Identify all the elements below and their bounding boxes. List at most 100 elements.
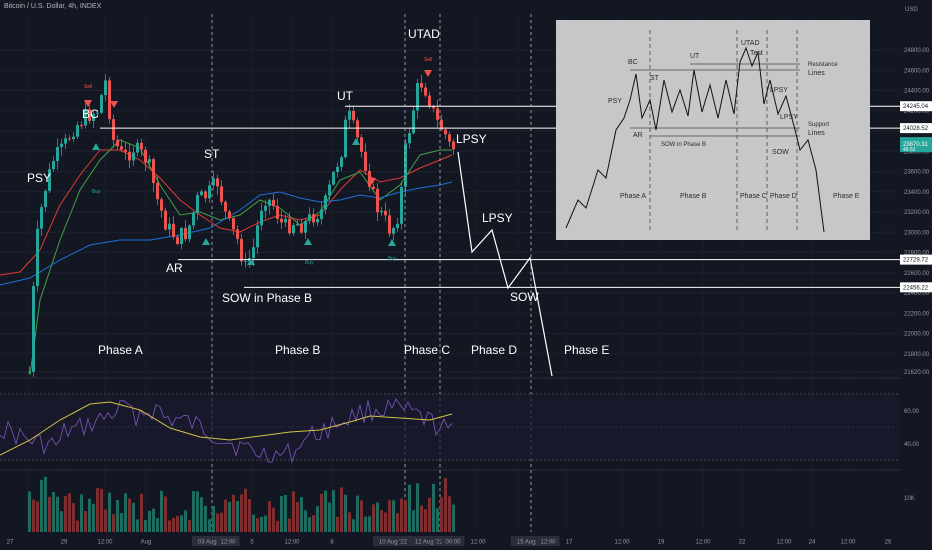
buy-arrow [388,239,396,246]
y-tick-label: 21620.00 [904,370,930,376]
volume-bar [316,506,319,532]
inset-label: SOW in Phase B [661,142,706,148]
inset-phase-label: Phase E [833,193,860,200]
candle-body [412,110,415,134]
candle-body [404,143,407,188]
phase-label: Phase A [98,343,143,357]
volume-bar [424,509,427,532]
candle-body [252,247,255,258]
x-tick-label: 10 Aug '22 [379,540,408,546]
wyckoff-label: AR [166,261,183,275]
candle-body [56,147,59,162]
x-tick-label: 19 [658,540,665,546]
candle-body [340,157,343,167]
volume-bar [220,512,223,532]
volume-bar [340,487,343,532]
inset-label: Resistance [808,62,838,68]
candle-body [388,215,391,234]
volume-bar [416,483,419,532]
candle-body [336,166,339,172]
candle-body [80,125,83,127]
candle-body [104,80,107,96]
candle-body [420,83,423,88]
volume-bar [368,516,371,532]
volume-bar [116,500,119,532]
candle-body [100,95,103,113]
volume-bar [420,505,423,532]
price-label: 24245.04 [903,104,929,110]
candle-body [36,228,39,287]
volume-bar [292,491,295,532]
volume-bar [304,510,307,532]
volume-bar [136,519,139,532]
wyckoff-label: SOW in Phase B [222,291,312,305]
volume-bar [112,514,115,532]
candle-body [452,141,455,150]
candle-body [264,205,267,211]
x-tick-label: 12:00 [540,540,556,546]
volume-bar [404,500,407,532]
wyckoff-label: LPSY [456,132,487,146]
volume-bar [44,476,47,532]
inset-label: AR [633,132,643,139]
volume-bar [296,502,299,532]
y-tick-label: 23600.00 [904,170,930,176]
y-tick-label: 22600.00 [904,271,930,277]
volume-bar [328,502,331,532]
candle-body [392,228,395,234]
buy-arrow [92,143,100,150]
y-tick-label: 23000.00 [904,230,930,236]
volume-bar [352,519,355,532]
candle-body [320,209,323,219]
volume-bar [272,507,275,532]
candle-body [120,146,123,150]
wyckoff-label: ST [204,147,220,161]
y-tick-label: 23200.00 [904,210,930,216]
volume-bar [412,510,415,532]
candle-body [208,185,211,199]
x-tick-label: 00:00 [445,540,461,546]
moving-averages [0,139,453,376]
volume-bar [436,508,439,532]
volume-bar [120,513,123,532]
sell-arrow [424,70,432,77]
candle-body [156,182,159,200]
y-tick-label: 21800.00 [904,352,930,358]
volume-bar [124,493,127,532]
volume-bar [276,520,279,532]
volume-bar [164,496,167,532]
volume-bar [348,512,351,532]
x-tick-label: 12:00 [614,540,630,546]
volume-bar [208,519,211,532]
candle-body [280,218,283,223]
price-chart[interactable]: PSY BC AR ST SOW in Phase B UT UTAD LPSY LPSY SOW… [0,0,932,550]
candle-body [184,228,187,240]
x-tick-label: 22 [739,540,746,546]
volume-bar [172,517,175,532]
inset-phase-label: Phase A [620,193,646,200]
y-tick-label: 24800.00 [904,48,930,54]
volume-bar [84,510,87,532]
candle-body [64,138,67,144]
volume-bar [52,491,55,532]
candle-body [132,152,135,161]
volume-bar [196,491,199,532]
x-tick-label: 12:00 [470,540,486,546]
volume-bar [140,493,143,532]
volume-bar [96,488,99,532]
candle-body [32,286,35,372]
wyckoff-label: BC [82,107,99,121]
candle-body [344,119,347,158]
candle-body [216,178,219,187]
candle-body [168,223,171,230]
volume-tick-label: 10K [904,496,915,502]
volume-bar [108,492,111,532]
candle-body [308,214,311,222]
volume-bar [76,520,79,532]
wyckoff-label: UT [337,89,354,103]
candle-body [224,201,227,212]
candle-body [220,186,223,202]
inset-label: SOW [772,149,789,156]
phase-label: Phase E [564,343,609,357]
volume-bar [440,497,443,532]
